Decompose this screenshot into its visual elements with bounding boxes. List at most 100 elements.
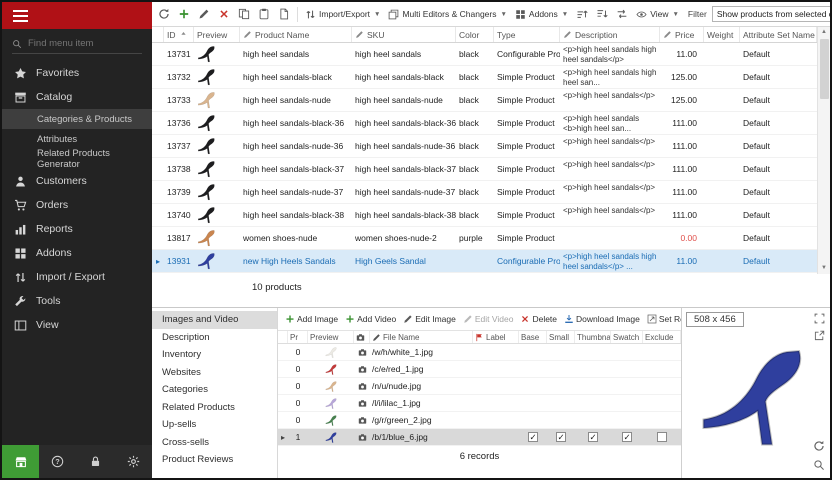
product-row-13731[interactable]: 13731high heel sandalshigh heel sandalsb… [152,43,817,66]
sidebar-item-categories-products[interactable]: Categories & Products [2,109,152,129]
tab-inventory[interactable]: Inventory [152,346,277,364]
image-column-header-label[interactable]: Label [473,331,519,343]
toolbar-swap-button[interactable] [613,6,631,22]
multi-editors-menu[interactable]: Multi Editors & Changers ▼ [385,7,509,22]
small-checkbox[interactable] [556,432,566,442]
toolbar-edit-button[interactable] [195,6,213,22]
image-column-header-exclude[interactable]: Exclude [643,331,681,343]
delete-icon [218,8,230,20]
image-column-header-swatch[interactable]: Swatch [611,331,643,343]
sidebar-item-related-products-generator[interactable]: Related Products Generator [2,149,152,169]
scroll-down-button[interactable]: ▼ [821,264,827,273]
camera-icon [356,333,365,342]
sidebar-item-orders[interactable]: Orders [2,193,152,217]
product-row-13739[interactable]: 13739high heel sandals-nude-37high heel … [152,181,817,204]
toolbar-paste-button[interactable] [255,6,273,22]
product-row-13738[interactable]: 13738high heel sandals-black-37high heel… [152,158,817,181]
product-row-13733[interactable]: 13733high heel sandals-nudehigh heel san… [152,89,817,112]
download-image-button[interactable]: Download Image [562,312,642,326]
settings-button[interactable] [114,455,152,468]
add-video-button[interactable]: Add Video [343,312,398,326]
refresh-preview-button[interactable] [813,440,825,452]
sidebar-item-reports[interactable]: Reports [2,217,152,241]
tab-related-products[interactable]: Related Products [152,399,277,417]
delete-image-button[interactable]: Delete [518,312,559,326]
product-row-13817[interactable]: 13817women shoes-nudewomen shoes-nude-2p… [152,227,817,250]
image-column-header-base[interactable]: Base [519,331,547,343]
import-export-menu[interactable]: Import/Export ▼ [302,7,383,22]
tab-up-sells[interactable]: Up-sells [152,416,277,434]
column-header-id[interactable]: ID [164,27,194,42]
column-header-description[interactable]: Description [560,27,660,42]
tab-cross-sells[interactable]: Cross-sells [152,434,277,452]
image-row-5[interactable]: 0/g/r/green_2.jpg [278,412,681,429]
product-row-13931[interactable]: ▸13931new High Heels SandalsHigh Geels S… [152,250,817,273]
base-checkbox[interactable] [528,432,538,442]
zoom-button[interactable] [813,459,825,471]
fullscreen-button[interactable] [814,313,825,324]
column-header-sku[interactable]: SKU [352,27,456,42]
exclude-checkbox[interactable] [657,432,667,442]
toolbar-sort-descending-button[interactable] [593,6,611,22]
edit-image-button[interactable]: Edit Image [401,312,458,326]
sidebar-item-catalog[interactable]: Catalog [2,85,152,109]
column-header-weight[interactable]: Weight [704,27,740,42]
scrollbar-thumb[interactable] [820,39,829,99]
add-image-button[interactable]: Add Image [283,312,340,326]
product-row-13740[interactable]: 13740high heel sandals-black-38high heel… [152,204,817,227]
menu-toggle-button[interactable] [13,10,28,22]
addons-menu[interactable]: Addons ▼ [512,7,571,22]
column-header-preview[interactable]: Preview [194,27,240,42]
toolbar-add-button[interactable] [175,6,193,22]
column-header-attribute-set-name[interactable]: Attribute Set Name [740,27,817,42]
image-column-header-camera-icon[interactable] [354,331,370,343]
column-header-color[interactable]: Color [456,27,494,42]
tab-images-and-video[interactable]: Images and Video [152,311,277,329]
sidebar-item-view[interactable]: View [2,313,152,337]
product-row-13737[interactable]: 13737high heel sandals-nude-36high heel … [152,135,817,158]
column-header-type[interactable]: Type [494,27,560,42]
menu-search-input[interactable] [28,38,142,49]
lock-button[interactable] [77,455,115,468]
image-row-2[interactable]: 0/c/e/red_1.jpg [278,361,681,378]
tab-categories[interactable]: Categories [152,381,277,399]
sidebar-item-tools[interactable]: Tools [2,289,152,313]
image-column-header-pr[interactable]: Pr [288,331,308,343]
toolbar-delete-button[interactable] [215,6,233,22]
cell-attribute-set: Default [740,250,817,272]
sidebar-item-attributes[interactable]: Attributes [2,129,152,149]
column-header-price[interactable]: Price [660,27,704,42]
tab-product-reviews[interactable]: Product Reviews [152,451,277,469]
scroll-up-button[interactable]: ▲ [821,28,827,37]
filter-select[interactable]: Show products from selected categories ▼ [712,6,830,22]
image-column-header-small[interactable]: Small [547,331,575,343]
sidebar-item-favorites[interactable]: Favorites [2,61,152,85]
toolbar-sort-ascending-button[interactable] [573,6,591,22]
vertical-scrollbar[interactable]: ▲ ▼ [817,27,830,274]
image-column-header-file-name[interactable]: File Name [370,331,473,343]
toolbar-preview-document-button[interactable] [275,6,293,22]
help-button[interactable]: ? [39,455,77,468]
sidebar-item-addons[interactable]: Addons [2,241,152,265]
image-row-6[interactable]: ▸1/b/1/blue_6.jpg [278,429,681,446]
sidebar-item-import-export[interactable]: Import / Export [2,265,152,289]
set-resize-rule-button[interactable]: Set Resize Rule [645,312,681,326]
sidebar-item-customers[interactable]: Customers [2,169,152,193]
tab-description[interactable]: Description [152,329,277,347]
image-column-header-thumbna[interactable]: Thumbna [575,331,611,343]
store-button[interactable] [2,445,39,478]
toolbar-copy-button[interactable] [235,6,253,22]
image-row-3[interactable]: 0/n/u/nude.jpg [278,378,681,395]
product-row-13736[interactable]: 13736high heel sandals-black-36high heel… [152,112,817,135]
swatch-checkbox[interactable] [622,432,632,442]
image-row-1[interactable]: 0/w/h/white_1.jpg [278,344,681,361]
view-menu[interactable]: View ▼ [633,7,682,22]
column-header-product-name[interactable]: Product Name [240,27,352,42]
image-column-header-preview[interactable]: Preview [308,331,354,343]
image-row-4[interactable]: 0/l/i/lilac_1.jpg [278,395,681,412]
open-external-button[interactable] [814,330,825,341]
toolbar-refresh-button[interactable] [155,6,173,22]
product-row-13732[interactable]: 13732high heel sandals-blackhigh heel sa… [152,66,817,89]
tab-websites[interactable]: Websites [152,364,277,382]
thumbnail-checkbox[interactable] [588,432,598,442]
